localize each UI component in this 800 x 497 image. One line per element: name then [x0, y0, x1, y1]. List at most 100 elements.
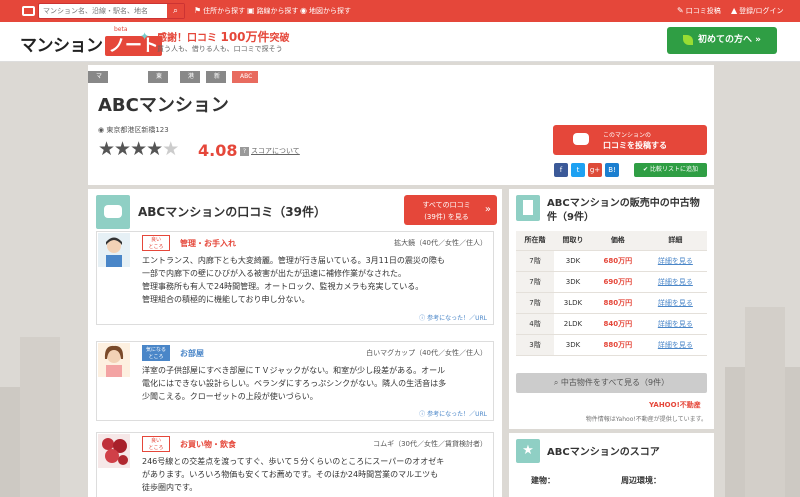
- tag-top: 良い: [150, 237, 161, 243]
- reviews-panel: ABCマンションの口コミ（39件） すべての口コミ (39件) を見る » 良い…: [88, 189, 502, 497]
- post-review-link[interactable]: ✎ 口コミ投稿: [677, 6, 721, 16]
- detail-link[interactable]: 詳細を見る: [643, 292, 707, 314]
- door-icon: [516, 195, 540, 221]
- review-bubble-icon: [96, 195, 130, 229]
- breadcrumb-item[interactable]: 港区: [180, 71, 201, 92]
- price-cell: 840万円: [591, 313, 644, 335]
- review-category: お部屋: [180, 349, 204, 358]
- review-category: 管理・お手入れ: [180, 239, 236, 248]
- star-icon: ★: [516, 439, 540, 463]
- breadcrumb-item[interactable]: マンションノート: [88, 71, 109, 164]
- layout-cell: 3DK: [553, 271, 592, 293]
- floor-cell: 7階: [516, 292, 554, 314]
- brand-main: マンション: [20, 36, 103, 56]
- brand-note: ノート: [104, 36, 162, 56]
- post-button-line1: このマンションの: [603, 132, 652, 139]
- banner-headline: 感謝！口コミ 100万件突破: [157, 28, 290, 45]
- area-score: 周辺環境：: [621, 475, 661, 486]
- banner-suffix: 突破: [269, 33, 290, 44]
- hatena-bookmark-button[interactable]: B!: [605, 163, 619, 177]
- price-cell: 880万円: [591, 292, 644, 314]
- review-item: 気になる ところ お部屋 白いマグカップ（40代／女性／住人） 洋室の子供部屋にす…: [96, 341, 494, 421]
- table-row: 7階 3DK 680万円 詳細を見る: [516, 250, 707, 272]
- book-icon: [22, 6, 35, 16]
- link-label: 登録/ログイン: [739, 7, 784, 15]
- area-label: 周辺環境：: [621, 476, 661, 485]
- floor-cell: 7階: [516, 271, 554, 293]
- review-line: 一部で内廊下の壁にひびが入る被害が出たが迅速に補修作業がなされた。: [142, 269, 406, 278]
- score-panel: ★ ABCマンションのスコア 建物： 周辺環境：: [509, 433, 714, 497]
- avatar: [98, 233, 130, 267]
- all-reviews-button[interactable]: すべての口コミ (39件) を見る »: [404, 195, 497, 225]
- rating-stars: ★★★★★: [98, 138, 179, 160]
- background-building: [745, 307, 785, 497]
- score-about-link[interactable]: ? スコアについて: [240, 146, 300, 156]
- facebook-share-button[interactable]: f: [554, 163, 568, 177]
- floor-cell: 3階: [516, 334, 554, 356]
- helpful-link[interactable]: ⓘ 参考になった！／URL: [419, 409, 487, 418]
- site-header: マンション ノート beta ✦ 感謝！口コミ 100万件突破 買う人も、借りる人…: [0, 22, 800, 62]
- layout-cell: 2LDK: [553, 313, 592, 335]
- breadcrumb-item[interactable]: 東京都: [148, 71, 169, 104]
- table-row: 3階 3DK 880万円 詳細を見る: [516, 334, 707, 356]
- detail-link[interactable]: 詳細を見る: [643, 250, 707, 272]
- review-line: 246号線との交差点を渡ってすぐ、歩いて５分くらいのところにスーパーのオオゼキ: [142, 457, 445, 466]
- helpful-link[interactable]: ⓘ 参考になった！／URL: [419, 313, 487, 322]
- search-button[interactable]: ⌕: [166, 4, 184, 18]
- info-icon: ⓘ: [419, 411, 428, 418]
- star-filled-icon: ★: [98, 138, 115, 160]
- search-by-map-link[interactable]: ◉ 地図から探す: [300, 6, 351, 16]
- banner-subtext: 買う人も、借りる人も、口コミで探そう: [157, 45, 283, 53]
- review-line: 管理組合の積極的に機能しており申し分ない。: [142, 295, 310, 304]
- tag-bottom: ところ: [148, 354, 164, 360]
- review-line: 電化にはできない設計らしい。ベランダにすろっぷシンクがない。隣人の生活音は多: [142, 379, 447, 388]
- rating-score: 4.08: [198, 141, 238, 160]
- twitter-share-button[interactable]: t: [571, 163, 585, 177]
- beta-label: beta: [114, 26, 128, 33]
- lock-icon: ▲: [731, 6, 738, 15]
- add-compare-list-button[interactable]: ✔ 比較リストに追加: [634, 163, 707, 177]
- detail-link[interactable]: 詳細を見る: [643, 271, 707, 293]
- post-review-button[interactable]: このマンションの 口コミを投稿する: [553, 125, 707, 155]
- avatar: [98, 343, 130, 377]
- beginner-button[interactable]: 初めての方へ »: [667, 27, 777, 54]
- review-tag: 良い ところ: [142, 436, 170, 452]
- layout-cell: 3DK: [553, 334, 592, 356]
- column-header: 詳細: [643, 231, 707, 251]
- see-all-label: 中古物件をすべて見る（9件）: [560, 378, 670, 387]
- search-by-line-link[interactable]: ▣ 路線から探す: [247, 6, 299, 16]
- top-bar: ⌕ ⚑住所から探す ▣路線から探す ◉地図から探す ✎口コミ投稿 ▲登録/ログイ…: [0, 0, 800, 22]
- review-body: 洋室の子供部屋にすべき部屋にＴＶジャックがない。和室が少し段差がある。オール 電…: [142, 364, 487, 403]
- sparkle-icon: ✦: [140, 30, 150, 43]
- pencil-icon: ✎: [677, 6, 684, 15]
- breadcrumb-item[interactable]: 新橋: [206, 71, 227, 92]
- review-line: 少聞こえる。クローゼットの上段が使いづらい。: [142, 392, 318, 401]
- see-all-listings-button[interactable]: ⌕ 中古物件をすべて見る（9件）: [516, 373, 707, 393]
- detail-link[interactable]: 詳細を見る: [643, 313, 707, 335]
- score-link-label: スコアについて: [251, 147, 300, 155]
- favorite-label: 比較リストに追加: [649, 166, 698, 173]
- review-item: 良い ところ お買い物・飲食 コムギ（30代／女性／賃貸検討者） 246号線との交…: [96, 432, 494, 497]
- search-by-address-link[interactable]: ⚑ 住所から探す: [194, 6, 245, 16]
- page-title: ABCマンション: [98, 95, 229, 116]
- link-label: 口コミ投稿: [685, 7, 721, 15]
- question-icon: ?: [240, 147, 249, 156]
- price-cell: 880万円: [591, 334, 644, 356]
- review-line: 徒歩圏内です。: [142, 483, 198, 492]
- floor-cell: 4階: [516, 313, 554, 335]
- search-box: ⌕: [38, 3, 185, 19]
- table-row: 7階 3LDK 880万円 詳細を見る: [516, 292, 707, 314]
- review-item: 良い ところ 管理・お手入れ 拡大鏡（40代／女性／住人） エントランス、内廊下と…: [96, 231, 494, 325]
- review-line: 管理事務所も有人で24時間管理。オートロック、監視カメラも充実している。: [142, 282, 424, 291]
- google-plus-share-button[interactable]: g+: [588, 163, 602, 177]
- review-author: コムギ（30代／女性／賃貸検討者）: [373, 440, 487, 448]
- search-icon: ⌕: [172, 6, 179, 16]
- detail-link[interactable]: 詳細を見る: [643, 334, 707, 356]
- train-icon: ▣: [247, 6, 255, 15]
- search-input[interactable]: [39, 4, 164, 18]
- chevron-right-icon: »: [755, 35, 761, 45]
- login-link[interactable]: ▲ 登録/ログイン: [731, 6, 784, 16]
- yahoo-note: 物件情報はYahoo!不動産が提供しています。: [585, 416, 707, 423]
- review-author: 拡大鏡（40代／女性／住人）: [394, 239, 487, 247]
- floor-cell: 7階: [516, 250, 554, 272]
